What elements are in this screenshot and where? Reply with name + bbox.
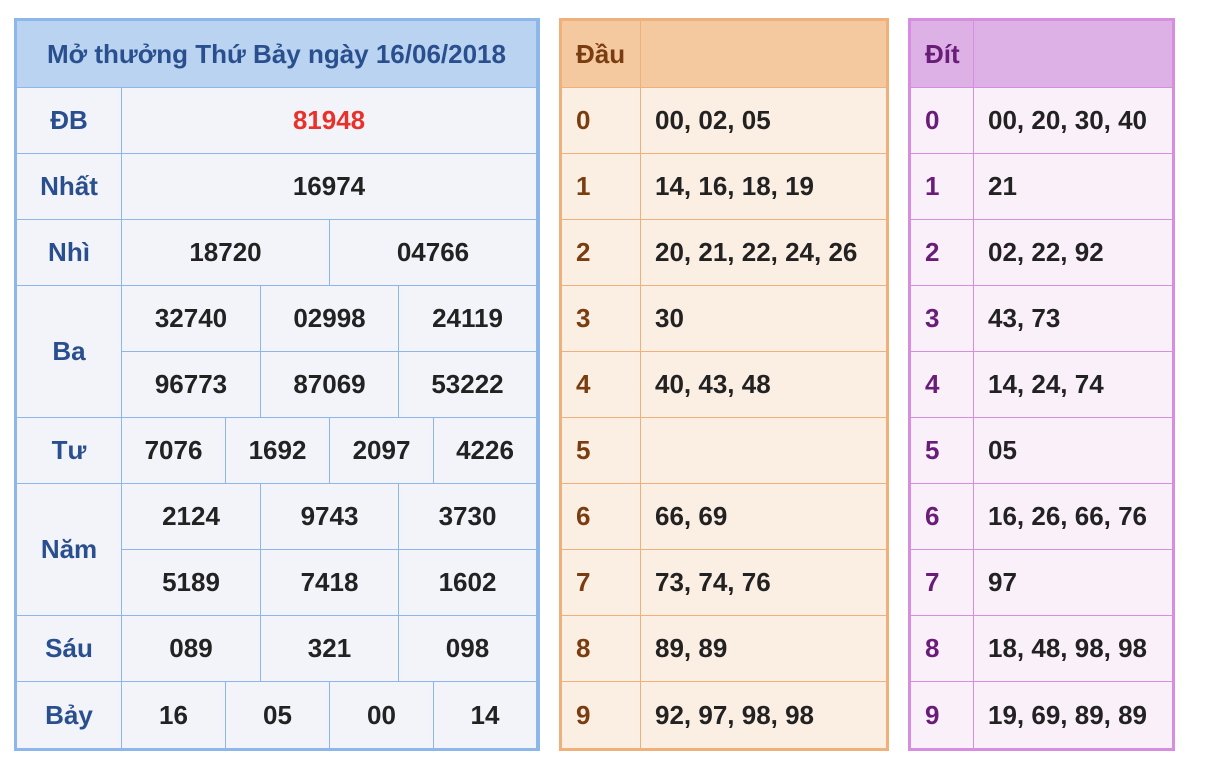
- dit-row-values: 21: [974, 154, 1172, 220]
- dau-row-values: 66, 69: [641, 484, 886, 550]
- prize-label-nhat: Nhất: [17, 154, 122, 220]
- prize-label-sau: Sáu: [17, 616, 122, 682]
- dau-row-values: 89, 89: [641, 616, 886, 682]
- prize-value-ba: 32740: [122, 286, 261, 352]
- prize-value-nam: 2124: [122, 484, 261, 550]
- dau-row-key: 9: [562, 682, 641, 748]
- dit-table: Đít 0 00, 20, 30, 40 1 21 2 02, 22, 92 3 43, 73…: [908, 18, 1175, 751]
- dit-row-key: 7: [911, 550, 974, 616]
- dit-row-values: 16, 26, 66, 76: [974, 484, 1172, 550]
- dau-row-key: 6: [562, 484, 641, 550]
- dit-row-values: 97: [974, 550, 1172, 616]
- prize-value-nam: 9743: [261, 484, 399, 550]
- dau-row-values: 73, 74, 76: [641, 550, 886, 616]
- results-table: Mở thưởng Thứ Bảy ngày 16/06/2018 ĐB 819…: [14, 18, 540, 751]
- results-title: Mở thưởng Thứ Bảy ngày 16/06/2018: [17, 21, 537, 88]
- dit-row-key: 6: [911, 484, 974, 550]
- prize-label-tu: Tư: [17, 418, 122, 484]
- prize-value-bay: 05: [226, 682, 330, 748]
- prize-value-ba: 02998: [261, 286, 399, 352]
- prize-label-nhi: Nhì: [17, 220, 122, 286]
- dit-header: Đít: [911, 21, 974, 88]
- dau-row-values: 20, 21, 22, 24, 26: [641, 220, 886, 286]
- dau-row-key: 8: [562, 616, 641, 682]
- dau-row-key: 0: [562, 88, 641, 154]
- prize-label-nam: Năm: [17, 484, 122, 616]
- dit-row-values: 18, 48, 98, 98: [974, 616, 1172, 682]
- prize-value-ba: 87069: [261, 352, 399, 418]
- dit-row-values: 05: [974, 418, 1172, 484]
- prize-label-ba: Ba: [17, 286, 122, 418]
- prize-label-db: ĐB: [17, 88, 122, 154]
- prize-value-nam: 7418: [261, 550, 399, 616]
- prize-value-nhat: 16974: [122, 154, 537, 220]
- dau-header-blank: [641, 21, 886, 88]
- dau-row-key: 5: [562, 418, 641, 484]
- prize-value-nam: 5189: [122, 550, 261, 616]
- prize-value-nhi: 18720: [122, 220, 330, 286]
- dit-row-key: 1: [911, 154, 974, 220]
- dit-row-key: 0: [911, 88, 974, 154]
- dau-row-key: 1: [562, 154, 641, 220]
- prize-value-nam: 3730: [399, 484, 537, 550]
- dau-row-values: [641, 418, 886, 484]
- dit-row-key: 4: [911, 352, 974, 418]
- prize-value-sau: 098: [399, 616, 537, 682]
- prize-value-tu: 7076: [122, 418, 226, 484]
- dit-row-values: 19, 69, 89, 89: [988, 699, 1148, 730]
- dau-row-values: 00, 02, 05: [641, 88, 886, 154]
- dit-row-key: 2: [911, 220, 974, 286]
- dit-row-key: 5: [911, 418, 974, 484]
- dit-row-key: 3: [911, 286, 974, 352]
- prize-value-tu: 2097: [330, 418, 434, 484]
- prize-value-ba: 53222: [399, 352, 537, 418]
- dau-row-key: 3: [562, 286, 641, 352]
- dit-row-values: 43, 73: [974, 286, 1172, 352]
- dau-table: Đầu 0 00, 02, 05 1 14, 16, 18, 19 2 20, 21, 2…: [559, 18, 889, 751]
- prize-value-bay: 16: [122, 682, 226, 748]
- prize-value-bay: 00: [330, 682, 434, 748]
- prize-value-ba: 96773: [122, 352, 261, 418]
- dau-row-key: 4: [562, 352, 641, 418]
- dit-row-key: 8: [911, 616, 974, 682]
- prize-value-ba: 24119: [399, 286, 537, 352]
- dau-header: Đầu: [562, 21, 641, 88]
- prize-value-nhi: 04766: [330, 220, 537, 286]
- dit-row-values: 00, 20, 30, 40: [974, 88, 1172, 154]
- dau-row-key: 2: [562, 220, 641, 286]
- dit-header-blank: [974, 21, 1172, 88]
- dau-row-values: 14, 16, 18, 19: [641, 154, 886, 220]
- dit-row-values: 14, 24, 74: [974, 352, 1172, 418]
- dit-row-key: 9: [911, 682, 974, 748]
- dau-row-key: 7: [562, 550, 641, 616]
- prize-label-bay: Bảy: [17, 682, 122, 748]
- prize-value-sau: 089: [122, 616, 261, 682]
- dau-row-values: 92, 97, 98, 98: [655, 699, 815, 730]
- prize-value-bay: 14: [434, 682, 537, 748]
- dit-row-values: 02, 22, 92: [974, 220, 1172, 286]
- prize-value-nam: 1602: [399, 550, 537, 616]
- dau-row-values: 40, 43, 48: [641, 352, 886, 418]
- dau-row-values: 30: [641, 286, 886, 352]
- prize-value-sau: 321: [261, 616, 399, 682]
- prize-value-tu: 4226: [434, 418, 537, 484]
- prize-value-db: 81948: [122, 88, 537, 154]
- prize-value-tu: 1692: [226, 418, 330, 484]
